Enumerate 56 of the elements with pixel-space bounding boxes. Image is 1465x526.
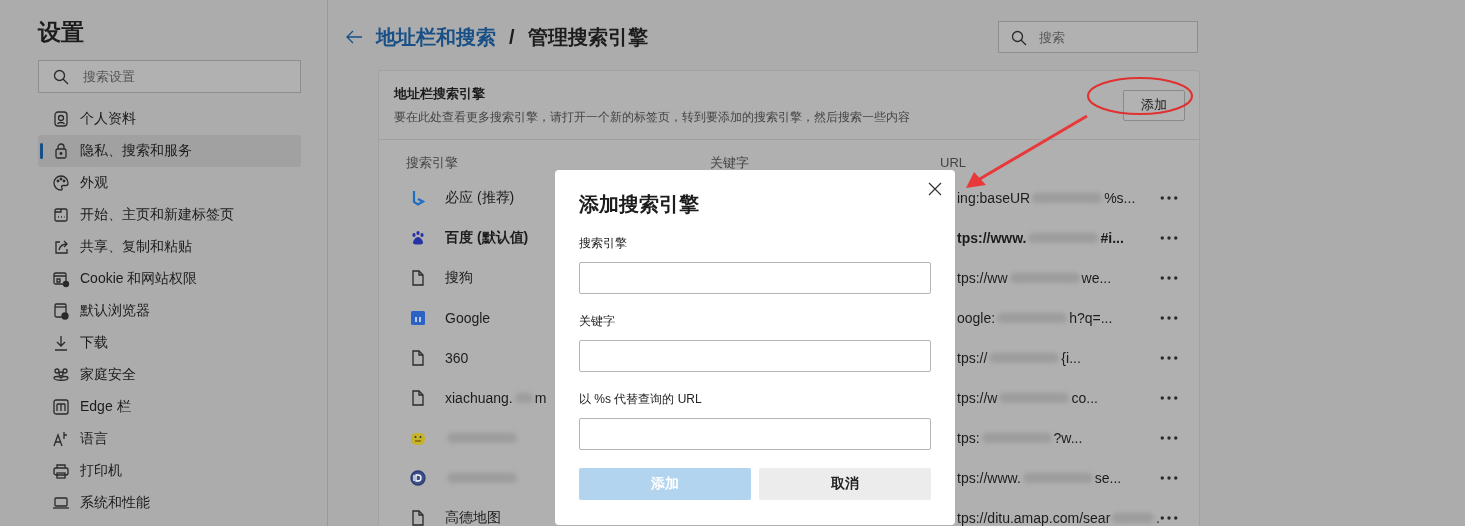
engine-name: m [534,390,547,406]
sidebar-item[interactable]: 外观 [38,167,301,199]
engine-name: Google [445,310,491,326]
cancel-button[interactable]: 取消 [759,468,931,500]
breadcrumb-link[interactable]: 地址栏和搜索 [376,23,496,51]
sidebar-item[interactable]: 家庭安全 [38,359,301,391]
sidebar-item[interactable]: 系统和性能 [38,487,301,519]
sidebar-item[interactable]: 开始、主页和新建标签页 [38,199,301,231]
engine-url: ?w... [1053,430,1083,446]
sidebar-item[interactable]: 语言 [38,423,301,455]
engine-url: h?q=... [1069,310,1113,326]
engine-url: tps:// [957,350,988,366]
column-header: URL [940,154,967,172]
engine-url: %s... [1104,190,1136,206]
engine-url: #i... [1100,230,1124,246]
engine-name: 必应 (推荐) [445,189,515,207]
engine-url: we... [1081,270,1112,286]
engine-url: tps: [957,430,980,446]
engine-name: 百度 (默认值) [445,229,529,247]
engine-url: oogle: [957,310,996,326]
field-label: 搜索引擎 [579,236,628,250]
field-label: 以 %s 代替查询的 URL [579,392,703,406]
sidebar-item[interactable]: Edge 栏 [38,391,301,423]
search-field[interactable]: 搜索设置 [38,60,301,93]
engine-url: tps://www. [957,230,1027,246]
engine-url: {i... [1061,350,1081,366]
sidebar-item[interactable]: 打印机 [38,455,301,487]
column-header: 搜索引擎 [406,154,459,172]
sidebar-item[interactable]: 共享、复制和粘贴 [38,231,301,263]
settings-title: 设置 [38,18,85,47]
sidebar-item[interactable]: 下载 [38,327,301,359]
engine-url: co... [1071,390,1098,406]
engine-url: tps://www. [957,470,1021,486]
engine-url: . [1156,510,1160,526]
engine-name: 搜狗 [445,269,473,287]
search-field[interactable]: 搜索 [998,21,1198,53]
page-title: 管理搜索引擎 [527,24,648,50]
sidebar-item[interactable]: Cookie 和网站权限 [38,263,301,295]
dialog-title: 添加搜索引擎 [579,192,700,216]
section-description: 要在此处查看更多搜索引擎，请打开一个新的标签页，转到要添加的搜索引擎，然后搜索一些内容 [394,108,910,126]
engine-name: xiachuang. [445,390,513,406]
engine-url: ing:baseUR [957,190,1031,206]
engine-url: tps://w [957,390,998,406]
engine-url: tps://ww [957,270,1008,286]
engine-name: 高德地图 [445,509,501,526]
engine-name: 360 [445,350,469,366]
sidebar-item[interactable]: 隐私、搜索和服务 [38,135,301,167]
field-label: 关键字 [579,314,616,328]
sidebar-item[interactable]: 个人资料 [38,103,301,135]
engine-url: se... [1094,470,1122,486]
breadcrumb-separator: / [509,25,515,49]
sidebar-item[interactable]: 默认浏览器 [38,295,301,327]
section-title: 地址栏搜索引擎 [394,84,486,103]
engine-url: tps://ditu.amap.com/sear [957,510,1111,526]
column-header: 关键字 [710,154,750,172]
add-button[interactable]: 添加 [1123,89,1185,121]
